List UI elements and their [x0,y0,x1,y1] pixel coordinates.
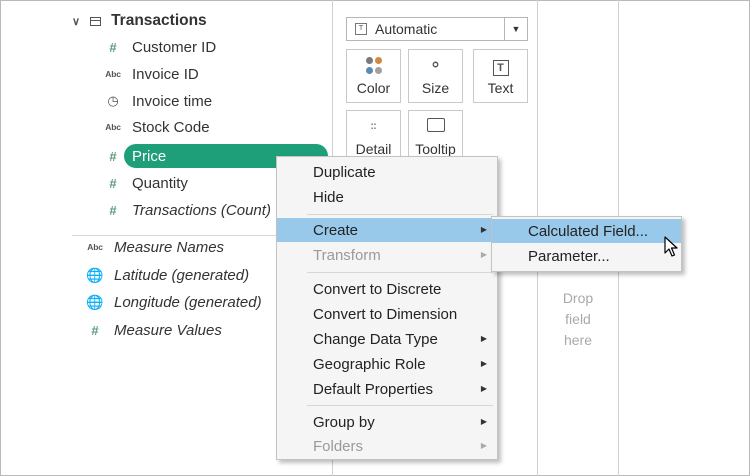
mark-type-value: Automatic [375,21,438,37]
string-abc-icon: Abc [87,242,103,252]
menu-item-create[interactable]: Create ▶ [277,218,497,242]
field-label: Measure Names [114,238,225,256]
measure-hash-icon: # [91,322,99,338]
color-button[interactable]: Color [346,49,401,103]
field-invoice-id[interactable]: Abc Invoice ID [104,62,199,86]
field-price[interactable]: # Price [104,144,166,168]
field-measure-names[interactable]: Abc Measure Names [86,235,224,259]
field-label: Measure Values [114,321,222,339]
menu-item-change-data-type[interactable]: Change Data Type ▶ [277,327,497,351]
dropdown-arrow-icon[interactable]: ▼ [504,18,527,40]
size-icon: ⚬ [428,56,443,75]
field-quantity[interactable]: # Quantity [104,171,188,195]
field-invoice-time[interactable]: ◷ Invoice time [104,89,212,113]
field-longitude[interactable]: 🌐 Longitude (generated) [86,290,262,314]
drop-text: here [563,332,593,348]
menu-item-geographic-role[interactable]: Geographic Role ▶ [277,352,497,376]
menu-separator [307,405,493,406]
field-label: Invoice ID [132,65,199,83]
menu-item-convert-to-dimension[interactable]: Convert to Dimension [277,302,497,326]
color-dots-icon [347,55,400,75]
size-button[interactable]: ⚬ Size [408,49,463,103]
drop-text: field [565,311,591,327]
field-label: Stock Code [132,118,210,136]
detail-dots-icon: ∶∶ [370,121,377,133]
chevron-down-icon[interactable]: ∨ [72,15,80,28]
text-button[interactable]: T Text [473,49,528,103]
size-label: Size [421,80,450,96]
color-label: Color [356,80,391,96]
text-mark-icon: T [355,23,367,35]
field-measure-values[interactable]: # Measure Values [86,318,222,342]
submenu-arrow-icon: ▶ [480,334,487,343]
string-abc-icon: Abc [105,122,121,132]
measure-hash-icon: # [109,148,117,164]
mouse-cursor-icon [664,236,678,257]
measure-hash-icon: # [109,202,117,218]
menu-item-default-properties[interactable]: Default Properties ▶ [277,377,497,401]
field-label: Invoice time [132,92,213,110]
context-menu: Duplicate Hide Create ▶ Transform ▶ Conver… [276,156,498,460]
submenu-arrow-icon: ▶ [480,384,487,393]
submenu-arrow-icon: ▶ [480,359,487,368]
submenu-arrow-icon: ▶ [480,225,487,234]
string-abc-icon: Abc [105,69,121,79]
menu-item-convert-to-discrete[interactable]: Convert to Discrete [277,277,497,301]
text-icon: T [474,56,527,76]
drop-text: Drop [562,290,594,306]
submenu-arrow-icon: ▶ [480,250,487,259]
globe-icon: 🌐 [86,293,104,310]
field-label: Latitude (generated) [114,266,250,284]
table-name: Transactions [111,12,207,29]
submenu-arrow-icon: ▶ [480,441,487,450]
menu-item-group-by[interactable]: Group by ▶ [277,410,497,434]
field-label: Longitude (generated) [114,293,262,311]
measure-hash-icon: # [109,39,117,55]
table-header[interactable]: ∨ Transactions [72,10,207,32]
drop-field-placeholder[interactable]: Drop field here [548,288,608,351]
menu-item-folders: Folders ▶ [277,434,497,458]
field-label: Customer ID [132,38,217,56]
menu-separator [307,214,493,215]
text-label: Text [487,80,514,96]
field-transactions-count[interactable]: # Transactions (Count) [104,198,271,222]
field-stock-code[interactable]: Abc Stock Code [104,115,210,139]
field-label: Transactions (Count) [132,201,271,219]
mark-type-dropdown[interactable]: T Automatic ▼ [346,17,528,41]
submenu-arrow-icon: ▶ [480,417,487,426]
menu-item-hide[interactable]: Hide [277,185,497,209]
menu-item-parameter[interactable]: Parameter... [492,244,681,268]
globe-icon: 🌐 [86,266,104,283]
menu-item-duplicate[interactable]: Duplicate [277,160,497,184]
measure-hash-icon: # [109,175,117,191]
field-latitude[interactable]: 🌐 Latitude (generated) [86,263,249,287]
table-icon [90,16,102,26]
menu-item-calculated-field[interactable]: Calculated Field... [492,219,681,243]
datetime-icon: ◷ [107,93,119,108]
field-customer-id[interactable]: # Customer ID [104,35,216,59]
detail-label: Detail [355,141,392,157]
menu-item-transform: Transform ▶ [277,243,497,267]
tooltip-icon [409,117,462,137]
tooltip-label: Tooltip [415,141,456,157]
menu-separator [307,272,493,273]
field-label: Price [132,147,167,165]
create-submenu: Calculated Field... Parameter... [491,216,682,272]
field-label: Quantity [132,174,188,192]
